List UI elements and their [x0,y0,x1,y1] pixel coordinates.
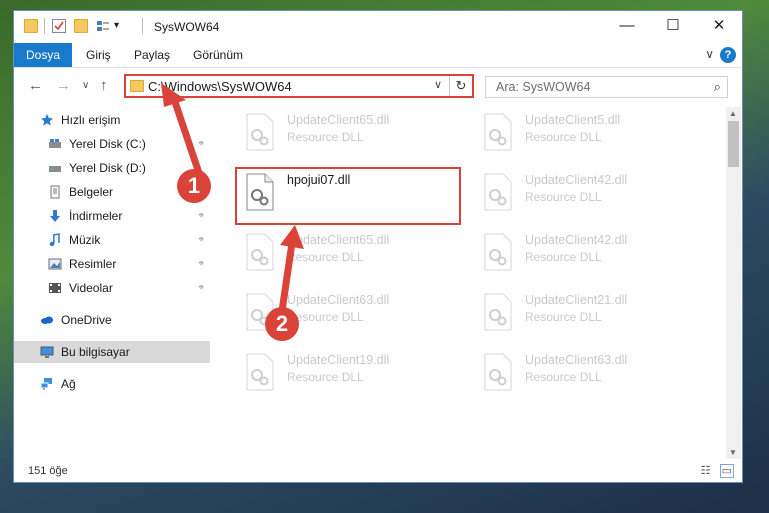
step-badge-1: 1 [177,169,211,203]
step-badge-2: 2 [265,307,299,341]
arrow-head [161,83,186,107]
arrow-head [280,225,304,249]
annotation-arrows [161,83,304,312]
explorer-window: ▾ SysWOW64 — ☐ ✕ Dosya Giriş Paylaş Görü… [13,10,743,483]
